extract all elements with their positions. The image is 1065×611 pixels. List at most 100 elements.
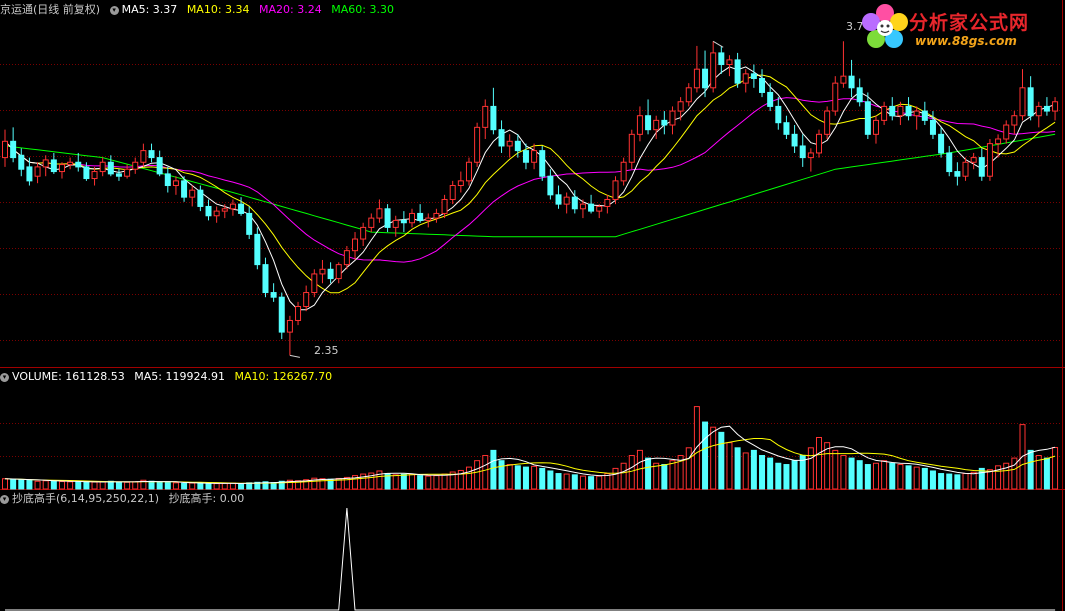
- candle-body: [295, 306, 302, 321]
- candle-body: [327, 268, 334, 280]
- circle-chevron-icon[interactable]: ▾: [109, 5, 119, 15]
- volume-bar: [107, 480, 114, 490]
- candle-body: [685, 87, 692, 103]
- candle-body: [718, 52, 725, 66]
- candle-body: [99, 161, 106, 173]
- volume-bar: [881, 460, 888, 490]
- volume-bar: [775, 462, 782, 490]
- candle-body: [107, 161, 114, 175]
- volume-bar: [474, 460, 481, 490]
- candle-body: [335, 264, 342, 280]
- candle-body: [376, 208, 383, 219]
- volume-bar: [913, 466, 920, 490]
- candle-body: [514, 140, 521, 152]
- candle-body: [425, 217, 432, 221]
- volume-bar: [938, 473, 945, 490]
- circle-chevron-icon[interactable]: ▾: [0, 372, 9, 382]
- candle-body: [759, 77, 766, 93]
- volume-bar: [115, 481, 122, 490]
- candle-body: [628, 133, 635, 163]
- candle-body: [58, 164, 65, 173]
- candle-body: [978, 157, 985, 177]
- volume-bar: [840, 455, 847, 490]
- volume-bar: [229, 482, 236, 490]
- volume-bar: [832, 449, 839, 490]
- candle-body: [67, 161, 74, 166]
- chart-canvas: [0, 0, 1065, 611]
- candle-body: [1043, 105, 1050, 112]
- candle-body: [636, 115, 643, 135]
- volume-bar: [848, 457, 855, 490]
- candle-body: [433, 212, 440, 219]
- indicator-line: [5, 507, 1056, 611]
- candle-body: [742, 73, 749, 84]
- candle-body: [775, 105, 782, 124]
- candle-body: [384, 208, 391, 228]
- candle-body: [522, 150, 529, 163]
- volume-bar: [929, 470, 936, 490]
- candle-body: [612, 180, 619, 200]
- candle-body: [270, 292, 277, 298]
- high-mark-leader: [712, 40, 724, 48]
- candle-body: [710, 52, 717, 89]
- volume-bar: [26, 480, 33, 490]
- volume-bar: [238, 483, 245, 490]
- candle-body: [360, 226, 367, 240]
- site-logo: 分析家公式网 www.88gs.com: [859, 2, 1059, 54]
- candle-body: [506, 140, 513, 147]
- volume-bar: [897, 464, 904, 490]
- ma20-line: [4, 97, 1056, 263]
- volume-bar: [67, 481, 74, 490]
- candle-body: [791, 133, 798, 147]
- candle-body: [417, 212, 424, 221]
- candle-body: [677, 101, 684, 112]
- candle-body: [661, 119, 668, 126]
- candle-body: [848, 75, 855, 89]
- volume-bar: [270, 482, 277, 490]
- candle-body: [181, 180, 188, 198]
- candle-body: [26, 166, 33, 182]
- candle-body: [34, 166, 41, 177]
- candle-body: [734, 59, 741, 84]
- volume-bar: [83, 481, 90, 490]
- candle-body: [303, 292, 310, 308]
- volume-bar: [531, 465, 538, 490]
- volume-bar: [872, 462, 879, 490]
- volume-bar: [91, 481, 98, 490]
- volume-bar: [42, 480, 49, 490]
- candle-body: [669, 110, 676, 126]
- candle-body: [482, 105, 489, 128]
- candle-body: [946, 152, 953, 173]
- candle-body: [816, 133, 822, 154]
- candle-body: [409, 212, 415, 224]
- volume-panel-header: ▾ VOLUME: 161128.53 MA5: 119924.91 MA10: …: [0, 369, 338, 385]
- candle-body: [189, 189, 196, 198]
- volume-ma10-legend: MA10: 126267.70: [234, 370, 333, 383]
- volume-bar: [718, 431, 725, 490]
- candle-body: [938, 133, 945, 154]
- volume-bar: [946, 473, 953, 490]
- candle-body: [824, 110, 831, 135]
- candle-body: [653, 119, 660, 131]
- low-price-mark: 2.35: [314, 344, 339, 357]
- candle-body: [579, 203, 586, 210]
- candle-body: [400, 219, 407, 224]
- candle-body: [921, 110, 928, 121]
- candle-body: [750, 73, 757, 79]
- circle-chevron-icon[interactable]: ▾: [0, 494, 9, 504]
- volume-bar: [783, 464, 790, 490]
- candle-body: [913, 110, 920, 117]
- logo-url: www.88gs.com: [915, 34, 1017, 48]
- candle-body: [555, 194, 562, 205]
- candle-body: [929, 119, 936, 135]
- candle-body: [620, 161, 627, 182]
- volume-bar: [547, 470, 554, 490]
- volume-bar: [490, 449, 497, 490]
- volume-bar: [921, 467, 928, 490]
- candle-body: [238, 203, 245, 214]
- ma5-legend: MA5: 3.37: [121, 3, 178, 16]
- volume-bar: [571, 474, 578, 490]
- volume-bar: [148, 480, 155, 490]
- low-mark-leader: [289, 354, 300, 358]
- volume-bar: [954, 474, 961, 490]
